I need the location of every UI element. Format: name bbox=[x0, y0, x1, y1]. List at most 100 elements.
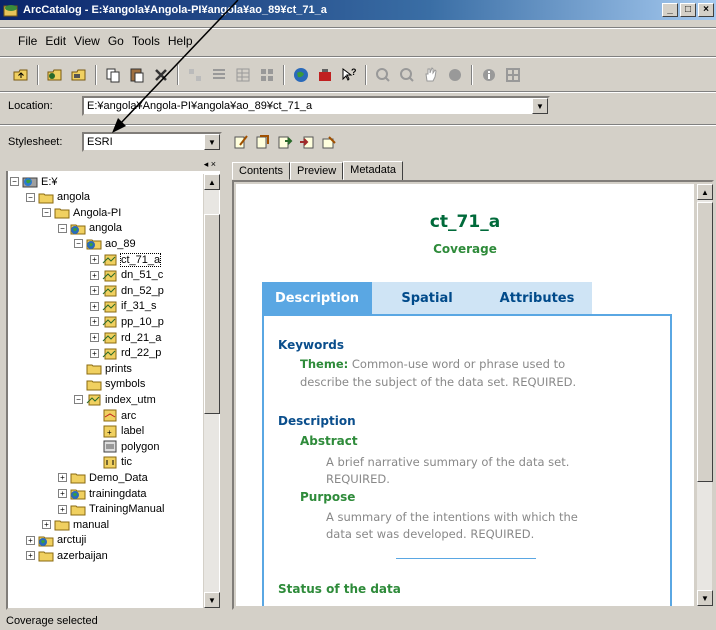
stylesheet-combo[interactable]: ESRI ▼ bbox=[82, 132, 222, 152]
metadata-tab-description[interactable]: Description bbox=[262, 282, 372, 314]
tab-metadata[interactable]: Metadata bbox=[343, 161, 404, 181]
tree-node-label[interactable]: angola bbox=[57, 191, 90, 203]
tree-node-label[interactable]: if_31_s bbox=[121, 300, 156, 312]
expand-toggle[interactable]: + bbox=[58, 489, 67, 498]
details-button[interactable] bbox=[232, 64, 254, 86]
expand-toggle[interactable]: + bbox=[42, 520, 51, 530]
zoom-in-button[interactable] bbox=[372, 64, 394, 86]
expand-toggle[interactable]: + bbox=[90, 317, 99, 327]
tree-node[interactable]: + dn_52_p bbox=[90, 283, 164, 298]
collapse-toggle[interactable]: − bbox=[74, 239, 83, 249]
expand-toggle[interactable]: + bbox=[58, 473, 67, 483]
tree-node[interactable]: − ao_89 bbox=[74, 236, 136, 251]
create-thumbnail-button[interactable] bbox=[502, 64, 524, 86]
tree-node-label[interactable]: prints bbox=[105, 363, 132, 375]
expand-toggle[interactable]: + bbox=[26, 551, 35, 561]
metadata-vertical-scrollbar[interactable]: ▲ ▼ bbox=[696, 184, 713, 606]
collapse-toggle[interactable]: − bbox=[26, 192, 35, 202]
up-one-level-button[interactable] bbox=[10, 64, 32, 86]
tree-node[interactable]: prints bbox=[74, 361, 132, 376]
scroll-down-arrow[interactable]: ▼ bbox=[697, 590, 713, 606]
tree-node-label[interactable]: tic bbox=[121, 456, 132, 468]
tree-node[interactable]: − E:¥ bbox=[10, 174, 58, 189]
scroll-up-arrow[interactable]: ▲ bbox=[204, 174, 220, 190]
paste-button[interactable] bbox=[126, 64, 148, 86]
large-icons-button[interactable] bbox=[184, 64, 206, 86]
dock-controls[interactable]: ◂ × bbox=[204, 159, 216, 170]
tree-node-label[interactable]: E:¥ bbox=[41, 176, 58, 188]
delete-button[interactable] bbox=[150, 64, 172, 86]
tree-node[interactable]: − angola bbox=[58, 221, 122, 236]
list-button[interactable] bbox=[208, 64, 230, 86]
menu-help[interactable]: Help bbox=[168, 34, 193, 48]
metadata-properties-button[interactable] bbox=[254, 133, 272, 151]
tree-vertical-scrollbar[interactable]: ▲ ▼ bbox=[203, 174, 220, 608]
import-metadata-button[interactable] bbox=[276, 133, 294, 151]
tree-node[interactable]: + rd_22_p bbox=[90, 346, 161, 361]
tree-node[interactable]: + label bbox=[90, 424, 144, 439]
collapse-toggle[interactable]: − bbox=[10, 177, 19, 186]
copy-button[interactable] bbox=[102, 64, 124, 86]
expand-toggle[interactable]: + bbox=[90, 301, 99, 311]
tree-node[interactable]: + trainingdata bbox=[58, 486, 147, 501]
tree-node[interactable]: − angola bbox=[26, 190, 90, 205]
scroll-down-arrow[interactable]: ▼ bbox=[204, 592, 220, 608]
thumbnails-button[interactable] bbox=[256, 64, 278, 86]
menu-tools[interactable]: Tools bbox=[132, 34, 160, 48]
tree-node[interactable]: + if_31_s bbox=[90, 299, 156, 314]
edit-metadata-button[interactable] bbox=[232, 133, 250, 151]
tree-node[interactable]: − Angola-PI bbox=[42, 205, 121, 220]
stylesheet-value[interactable]: ESRI bbox=[84, 136, 204, 148]
zoom-out-button[interactable] bbox=[396, 64, 418, 86]
tree-node-label[interactable]: ao_89 bbox=[105, 238, 136, 250]
launch-arcmap-button[interactable] bbox=[290, 64, 312, 86]
tree-node[interactable]: + dn_51_c bbox=[90, 268, 163, 283]
collapse-toggle[interactable]: − bbox=[42, 208, 51, 218]
tree-node[interactable]: symbols bbox=[74, 377, 145, 392]
tree-node-label[interactable]: trainingdata bbox=[89, 488, 147, 500]
tree-node[interactable]: + azerbaijan bbox=[26, 548, 108, 563]
tree-node[interactable]: + pp_10_p bbox=[90, 314, 164, 329]
location-value[interactable]: E:¥angola¥Angola-PI¥angola¥ao_89¥ct_71_a bbox=[84, 100, 532, 112]
expand-toggle[interactable]: + bbox=[90, 270, 99, 280]
tree-node-label[interactable]: ct_71_a bbox=[119, 252, 162, 267]
collapse-toggle[interactable]: − bbox=[74, 395, 83, 405]
menu-file[interactable]: File bbox=[18, 34, 37, 48]
collapse-toggle[interactable]: − bbox=[58, 223, 67, 233]
export-metadata-button[interactable] bbox=[298, 133, 316, 151]
tree-node[interactable]: + manual bbox=[42, 517, 109, 532]
expand-toggle[interactable]: + bbox=[90, 333, 99, 342]
full-extent-button[interactable] bbox=[444, 64, 466, 86]
tree-node[interactable]: + arctuji bbox=[26, 533, 86, 548]
tree-node-label[interactable]: manual bbox=[73, 519, 109, 531]
tree-node[interactable]: arc bbox=[90, 408, 136, 423]
menu-view[interactable]: View bbox=[74, 34, 100, 48]
disconnect-folder-button[interactable] bbox=[68, 64, 90, 86]
minimize-button[interactable]: _ bbox=[662, 3, 678, 17]
tree-node-label[interactable]: arctuji bbox=[57, 534, 86, 546]
identify-button[interactable] bbox=[478, 64, 500, 86]
scroll-up-arrow[interactable]: ▲ bbox=[697, 184, 713, 200]
tree-node-label[interactable]: TrainingManual bbox=[89, 503, 164, 515]
metadata-tab-spatial[interactable]: Spatial bbox=[372, 282, 482, 314]
tree-node-label[interactable]: rd_21_a bbox=[121, 332, 161, 344]
stylesheet-dropdown-arrow[interactable]: ▼ bbox=[204, 134, 220, 150]
tree-node-label[interactable]: Angola-PI bbox=[73, 207, 121, 219]
location-combo[interactable]: E:¥angola¥Angola-PI¥angola¥ao_89¥ct_71_a… bbox=[82, 96, 550, 116]
close-button[interactable]: × bbox=[698, 3, 714, 17]
tree-node[interactable]: − index_utm bbox=[74, 392, 156, 407]
tree-node-label[interactable]: symbols bbox=[105, 378, 145, 390]
tree-node-label[interactable]: dn_51_c bbox=[121, 269, 163, 281]
tree-node[interactable]: + rd_21_a bbox=[90, 330, 161, 345]
catalog-tree[interactable]: − E:¥ − angola − Angola-PI − angola − ao_89 + ct_71… bbox=[8, 174, 204, 608]
pan-button[interactable] bbox=[420, 64, 442, 86]
tab-contents[interactable]: Contents bbox=[232, 162, 291, 180]
arctoolbox-button[interactable] bbox=[314, 64, 336, 86]
maximize-button[interactable]: □ bbox=[680, 3, 696, 17]
tree-node-label[interactable]: label bbox=[121, 425, 144, 437]
tree-node-label[interactable]: Demo_Data bbox=[89, 472, 148, 484]
tree-node-label[interactable]: azerbaijan bbox=[57, 550, 108, 562]
tree-node[interactable]: polygon bbox=[90, 439, 160, 454]
whats-this-button[interactable]: ? bbox=[338, 64, 360, 86]
tree-node-label[interactable]: pp_10_p bbox=[121, 316, 164, 328]
